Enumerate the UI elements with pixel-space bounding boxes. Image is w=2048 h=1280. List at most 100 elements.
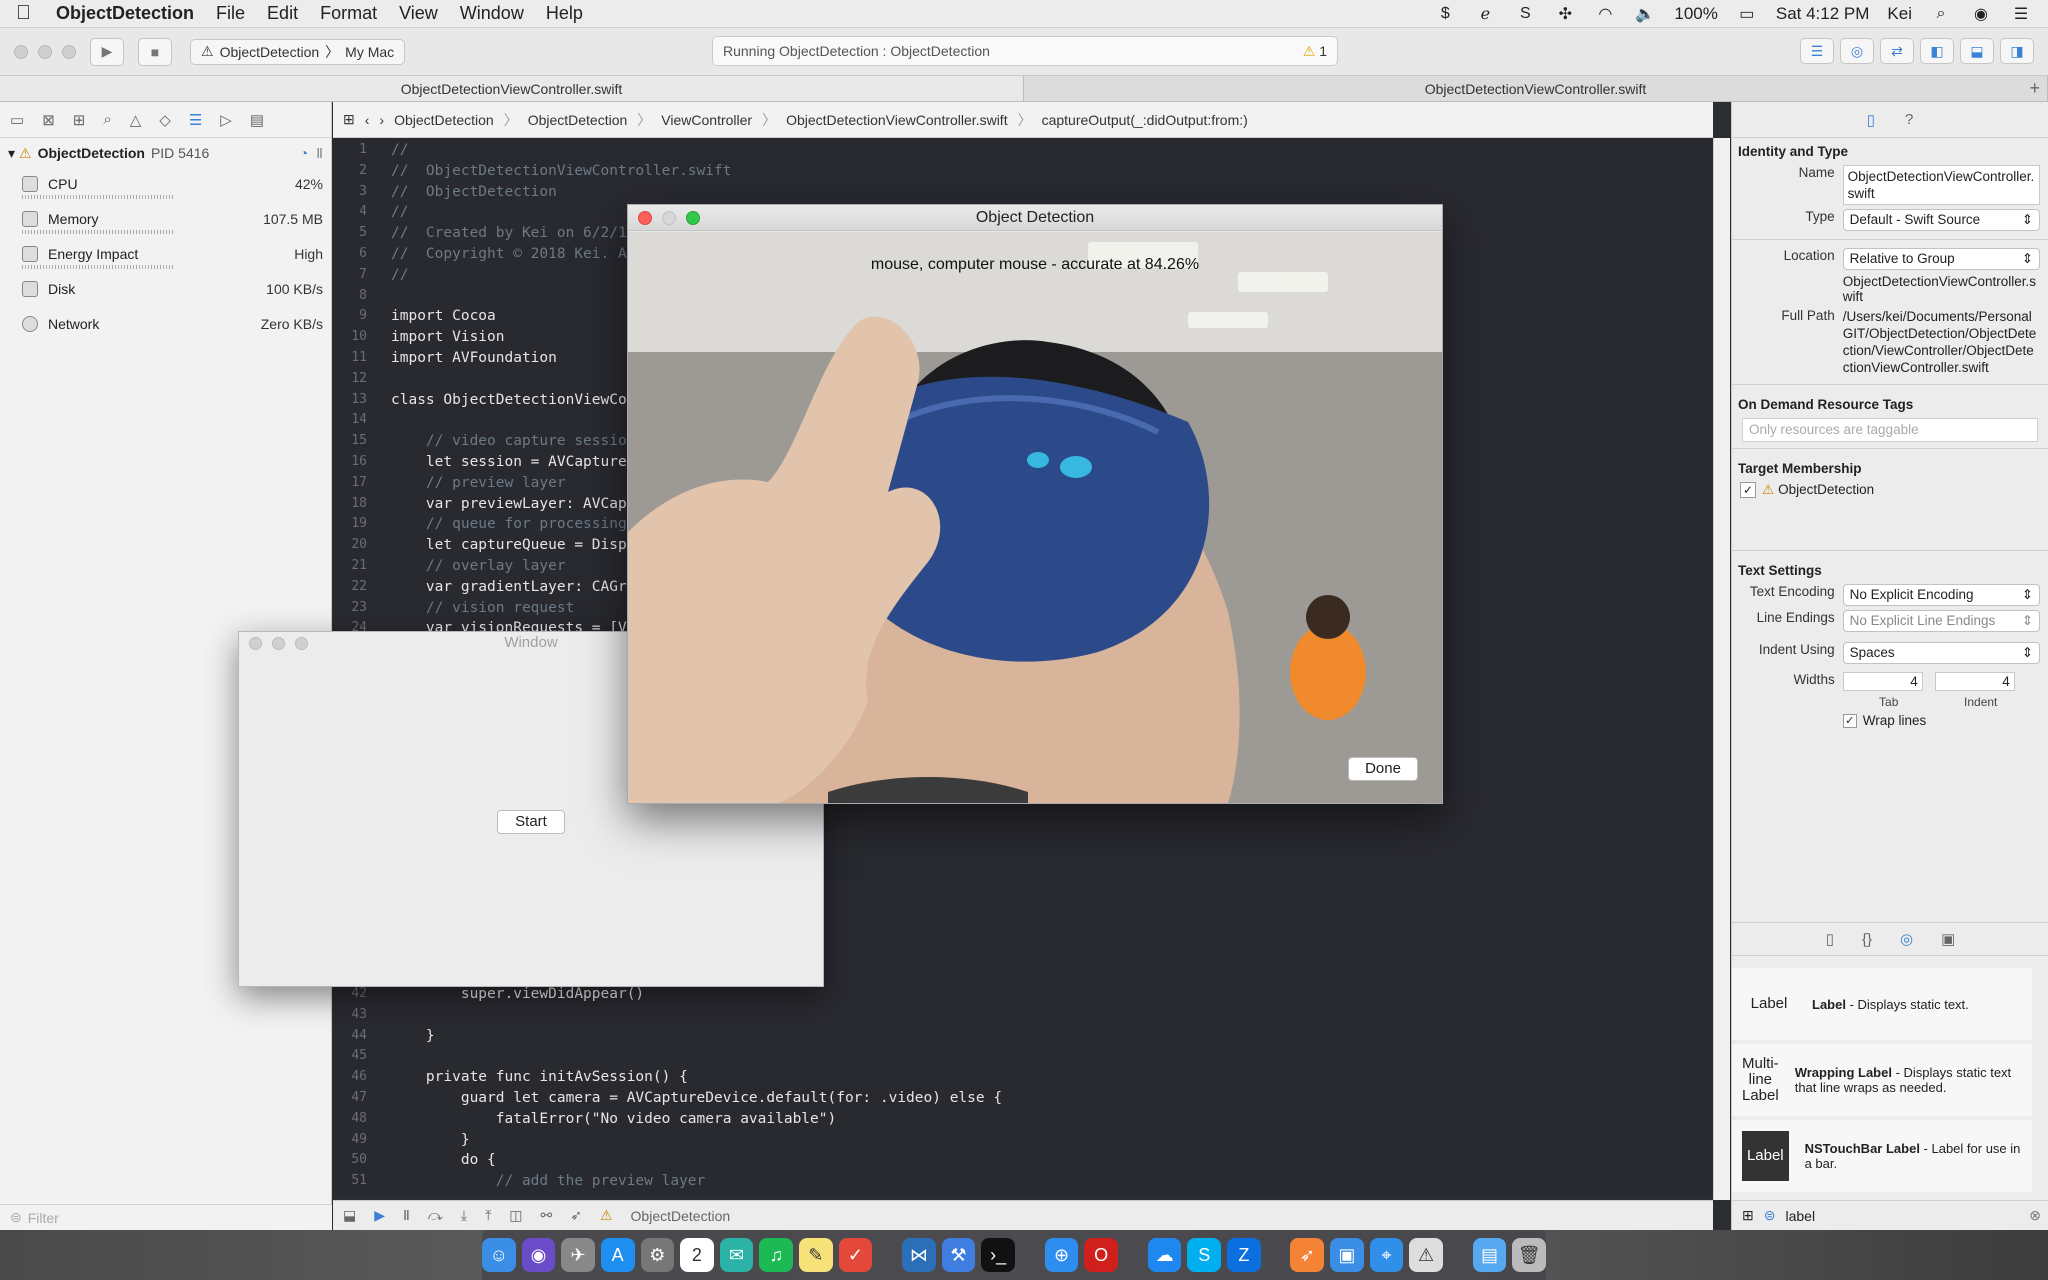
pause-icon[interactable]: Ⅱ <box>316 145 323 162</box>
apple-menu-icon[interactable]:  <box>16 2 42 25</box>
new-tab-icon[interactable]: + <box>2029 78 2040 99</box>
siri-icon[interactable]: ◉ <box>1970 3 1992 25</box>
maps-icon[interactable]: ⌖ <box>1369 1238 1404 1272</box>
spotlight-icon[interactable]: ⌕ <box>1930 3 1952 25</box>
object-library-icon[interactable]: ◎ <box>1900 930 1913 948</box>
volume-icon[interactable]: 🔈 <box>1634 3 1656 25</box>
menu-window[interactable]: Window <box>460 3 524 24</box>
zoom-button[interactable] <box>295 637 308 650</box>
debug-area-toggle-icon[interactable]: ⬓ <box>1960 38 1994 64</box>
navigator-filter[interactable]: ⊜ Filter <box>0 1204 332 1230</box>
grid-view-icon[interactable]: ⊞ <box>1742 1207 1754 1224</box>
debug-navigator-icon[interactable]: ☰ <box>189 111 202 129</box>
name-field[interactable]: ObjectDetectionViewController.swift <box>1842 165 2040 205</box>
library-item[interactable]: Multi-line Label Wrapping Label - Displa… <box>1732 1044 2032 1116</box>
scheme-selector[interactable]: ⚠ ObjectDetection 〉 My Mac <box>190 38 406 65</box>
report-navigator-icon[interactable]: ▤ <box>250 111 264 129</box>
target-row[interactable]: ✓ ⚠ ObjectDetection <box>1732 480 2048 500</box>
debug-process-name[interactable]: ObjectDetection <box>631 1208 731 1224</box>
code-snippet-icon[interactable]: {} <box>1862 931 1872 948</box>
zalo-icon[interactable]: Z <box>1227 1238 1261 1272</box>
memory-graph-icon[interactable]: ⚯ <box>541 1207 553 1224</box>
skype-icon[interactable]: S <box>1514 3 1536 25</box>
jump-method[interactable]: captureOutput(_:didOutput:from:) <box>1042 112 1248 128</box>
wifi-icon[interactable]: ◠ <box>1594 3 1616 25</box>
media-library-icon[interactable]: ▣ <box>1941 930 1955 948</box>
odr-tags-field[interactable]: Only resources are taggable <box>1742 418 2038 442</box>
jump-file[interactable]: ObjectDetectionViewController.swift <box>786 112 1008 128</box>
gauge-energy[interactable]: Energy Impact High <box>0 238 331 273</box>
wrap-lines-checkbox[interactable]: ✓ <box>1842 713 1857 728</box>
close-button[interactable] <box>638 211 652 225</box>
library-filter[interactable]: ⊞ ⊜ label ⊗ <box>1732 1200 2048 1230</box>
forward-icon[interactable]: › <box>379 112 384 128</box>
gauge-icon[interactable]: ◔ <box>300 145 308 161</box>
gauge-disk[interactable]: Disk 100 KB/s <box>0 273 331 308</box>
target-checkbox[interactable]: ✓ <box>1740 482 1756 498</box>
gauge-cpu[interactable]: CPU 42% <box>0 168 331 203</box>
zoom-button[interactable] <box>686 211 700 225</box>
notification-center-icon[interactable]: ☰ <box>2010 3 2032 25</box>
menu-file[interactable]: File <box>216 3 245 24</box>
user-name[interactable]: Kei <box>1887 4 1912 24</box>
jump-folder[interactable]: ViewController <box>661 112 752 128</box>
library-item[interactable]: Label Label - Displays static text. <box>1732 968 2032 1040</box>
issue-navigator-icon[interactable]: △ <box>130 111 142 129</box>
standard-editor-icon[interactable]: ☰ <box>1800 38 1834 64</box>
battery-percent[interactable]: 100% <box>1674 4 1717 24</box>
finder-icon[interactable]: ☺ <box>482 1238 516 1272</box>
xcode-icon[interactable]: ⚒ <box>941 1238 976 1272</box>
encoding-popup[interactable]: No Explicit Encoding ⇕ <box>1842 584 2040 606</box>
skype-dock-icon[interactable]: S <box>1187 1238 1222 1272</box>
indent-using-popup[interactable]: Spaces ⇕ <box>1842 642 2040 664</box>
script-e-icon[interactable]: ℯ <box>1474 3 1496 25</box>
close-button[interactable] <box>249 637 262 650</box>
line-endings-popup[interactable]: No Explicit Line Endings ⇕ <box>1842 610 2040 632</box>
zoom-button[interactable] <box>62 44 76 59</box>
battery-icon[interactable]: ▭ <box>1736 3 1758 25</box>
terminal-icon[interactable]: ›_ <box>981 1238 1015 1272</box>
stop-button[interactable]: ■ <box>138 37 172 66</box>
type-popup[interactable]: Default - Swift Source ⇕ <box>1842 209 2040 231</box>
run-button[interactable]: ▶ <box>90 37 124 66</box>
preview-icon[interactable]: ⚠ <box>1409 1238 1443 1272</box>
safari-icon[interactable]: ⊕ <box>1044 1238 1079 1272</box>
library-item[interactable]: Label NSTouchBar Label - Label for use i… <box>1732 1120 2032 1192</box>
dollar-icon[interactable]: $ <box>1434 3 1456 25</box>
step-in-icon[interactable]: ⤓ <box>461 1207 467 1224</box>
minimize-button[interactable] <box>38 44 52 59</box>
project-navigator-icon[interactable]: ▭ <box>10 111 24 129</box>
system-preferences-icon[interactable]: ⚙ <box>640 1238 675 1272</box>
network-icon[interactable]: ✣ <box>1554 3 1576 25</box>
menu-edit[interactable]: Edit <box>267 3 298 24</box>
calendar-icon[interactable]: 2 <box>680 1238 714 1272</box>
navigator-toggle-icon[interactable]: ◧ <box>1920 38 1954 64</box>
view-debugger-icon[interactable]: ◫ <box>509 1207 522 1224</box>
messenger-icon[interactable]: ☁ <box>1147 1238 1182 1272</box>
jump-project[interactable]: ObjectDetection <box>394 112 494 128</box>
menu-format[interactable]: Format <box>320 3 377 24</box>
location-popup[interactable]: Relative to Group ⇕ <box>1842 248 2040 270</box>
swift-icon[interactable]: ➶ <box>1290 1238 1325 1272</box>
breakpoints-toggle-icon[interactable]: ▶ <box>374 1207 385 1224</box>
vscode-icon[interactable]: ⋈ <box>902 1238 936 1272</box>
notes-icon[interactable]: ✎ <box>799 1238 833 1272</box>
tab-width-field[interactable]: 4 <box>1842 672 1923 691</box>
indent-width-field[interactable]: 4 <box>1934 672 2015 691</box>
step-out-icon[interactable]: ⤒ <box>485 1207 491 1224</box>
process-row[interactable]: ▾ ⚠ ObjectDetection PID 5416 ◔ Ⅱ <box>0 138 331 168</box>
breakpoint-navigator-icon[interactable]: ▷ <box>220 111 232 129</box>
opera-icon[interactable]: O <box>1084 1238 1118 1272</box>
pause-icon[interactable]: Ⅱ <box>403 1207 410 1224</box>
simulator-icon[interactable]: ▣ <box>1330 1238 1364 1272</box>
clock[interactable]: Sat 4:12 PM <box>1776 4 1870 24</box>
tab-editor-2[interactable]: ObjectDetectionViewController.swift <box>1024 76 2048 101</box>
launchpad-icon[interactable]: ✈ <box>561 1238 595 1272</box>
find-navigator-icon[interactable]: ⌕ <box>103 111 111 128</box>
jump-group[interactable]: ObjectDetection <box>528 112 628 128</box>
messages-icon[interactable]: ✉ <box>719 1238 754 1272</box>
test-navigator-icon[interactable]: ◇ <box>159 111 171 129</box>
version-editor-icon[interactable]: ⇄ <box>1880 38 1914 64</box>
window-titlebar[interactable]: Object Detection <box>628 205 1442 231</box>
simulate-location-icon[interactable]: ➶ <box>570 1207 582 1224</box>
